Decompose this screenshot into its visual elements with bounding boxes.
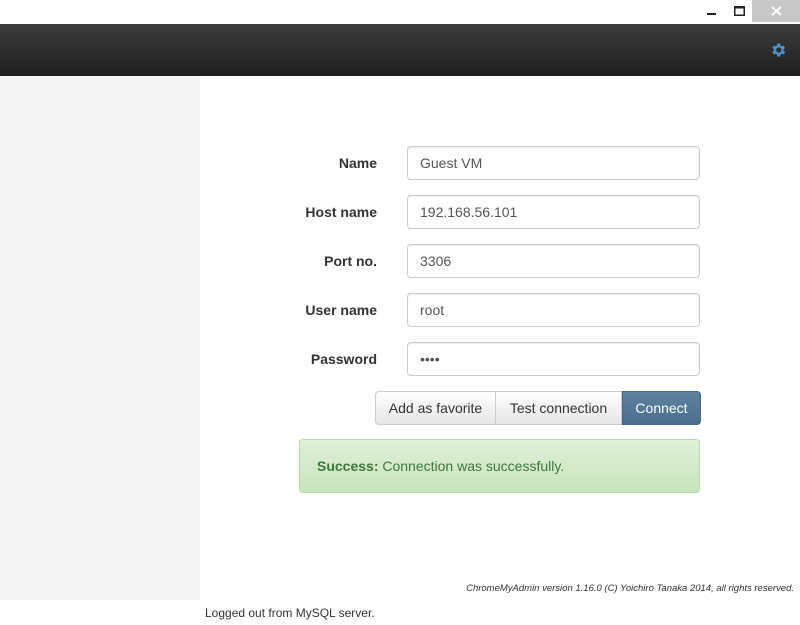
user-field[interactable] (407, 293, 700, 327)
host-field[interactable] (407, 195, 700, 229)
port-field[interactable] (407, 244, 700, 278)
add-favorite-button[interactable]: Add as favorite (375, 391, 496, 425)
password-field[interactable] (407, 342, 700, 376)
alert-title: Success: (317, 458, 379, 474)
maximize-button[interactable] (726, 0, 752, 22)
name-label: Name (338, 155, 377, 171)
port-row: Port no. (200, 244, 800, 278)
user-label: User name (305, 302, 377, 318)
main-panel: Name Host name Port no. User name Passwo… (200, 76, 800, 600)
minimize-icon (707, 13, 716, 15)
close-button[interactable] (752, 0, 800, 22)
status-text: Logged out from MySQL server. (205, 606, 375, 620)
maximize-icon (733, 6, 745, 16)
connect-button[interactable]: Connect (622, 391, 701, 425)
password-row: Password (200, 342, 800, 376)
close-icon (770, 6, 782, 16)
alert-message: Connection was successfully. (378, 458, 565, 474)
status-bar: Logged out from MySQL server. (0, 600, 800, 625)
success-alert: Success: Connection was successfully. (299, 439, 700, 493)
test-connection-button[interactable]: Test connection (496, 391, 622, 425)
name-row: Name (200, 146, 800, 180)
gear-icon[interactable] (769, 41, 787, 59)
port-label: Port no. (324, 253, 377, 269)
user-row: User name (200, 293, 800, 327)
password-label: Password (310, 351, 377, 367)
version-footer: ChromeMyAdmin version 1.16.0 (C) Yoichir… (466, 583, 794, 594)
host-label: Host name (305, 204, 377, 220)
app-header (0, 24, 800, 76)
window-titlebar (0, 0, 800, 24)
sidebar (0, 76, 200, 600)
host-row: Host name (200, 195, 800, 229)
name-field[interactable] (407, 146, 700, 180)
action-buttons: Add as favorite Test connection Connect (375, 391, 701, 425)
minimize-button[interactable] (698, 0, 726, 22)
